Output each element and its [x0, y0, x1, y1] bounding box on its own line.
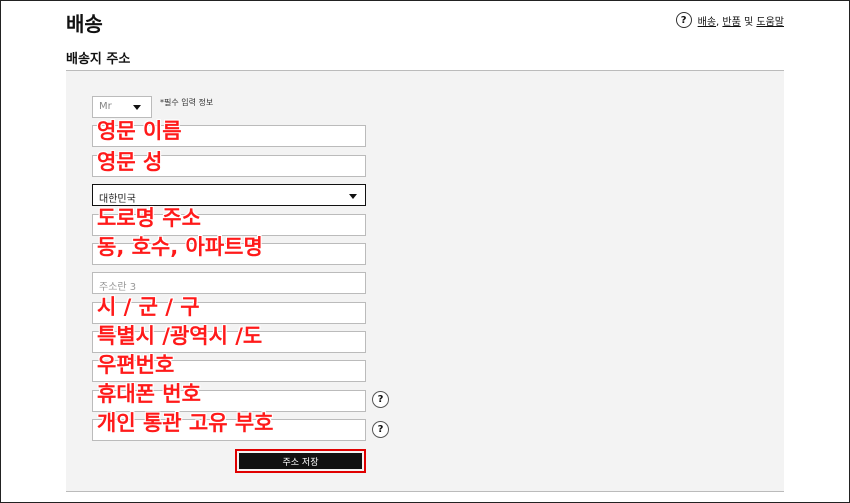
- annotation-road-address: 도로명 주소: [97, 206, 201, 230]
- annotation-province: 특별시 /광역시 /도: [97, 324, 263, 348]
- annotation-mobile: 휴대폰 번호: [97, 382, 201, 406]
- required-note: *필수 입력 정보: [160, 98, 214, 107]
- link-shipping[interactable]: 배송: [698, 17, 716, 28]
- save-button-highlight: 주소 저장: [235, 449, 366, 473]
- annotation-last-name: 영문 성: [97, 150, 163, 174]
- help-links-area: ? 배송, 반품 및 도움말: [675, 12, 784, 28]
- help-icon[interactable]: ?: [372, 421, 389, 438]
- section-title: 배송지 주소: [66, 52, 131, 67]
- link-help[interactable]: 도움말: [756, 17, 784, 28]
- annotation-postal-code: 우편번호: [97, 353, 175, 377]
- annotation-unit-apartment: 동, 호수, 아파트명: [97, 235, 263, 259]
- link-returns[interactable]: 반품: [722, 17, 740, 28]
- help-icon[interactable]: ?: [372, 391, 389, 408]
- country-select[interactable]: 대한민국: [92, 184, 366, 206]
- annotation-customs-id: 개인 통관 고유 부호: [97, 411, 274, 435]
- salutation-select[interactable]: Mr: [92, 96, 152, 118]
- help-links: 배송, 반품 및 도움말: [697, 16, 784, 28]
- page-title: 배송: [66, 12, 103, 36]
- panel-divider: [66, 491, 784, 492]
- annotation-first-name: 영문 이름: [97, 119, 182, 143]
- help-icon[interactable]: ?: [675, 12, 692, 28]
- save-address-button[interactable]: 주소 저장: [239, 453, 362, 469]
- annotation-city: 시 / 군 / 구: [97, 295, 200, 319]
- chevron-down-icon: [349, 194, 357, 199]
- help-links-and: 및: [744, 16, 754, 28]
- address-line3-field[interactable]: 주소란 3: [92, 272, 366, 294]
- chevron-down-icon: [133, 105, 141, 110]
